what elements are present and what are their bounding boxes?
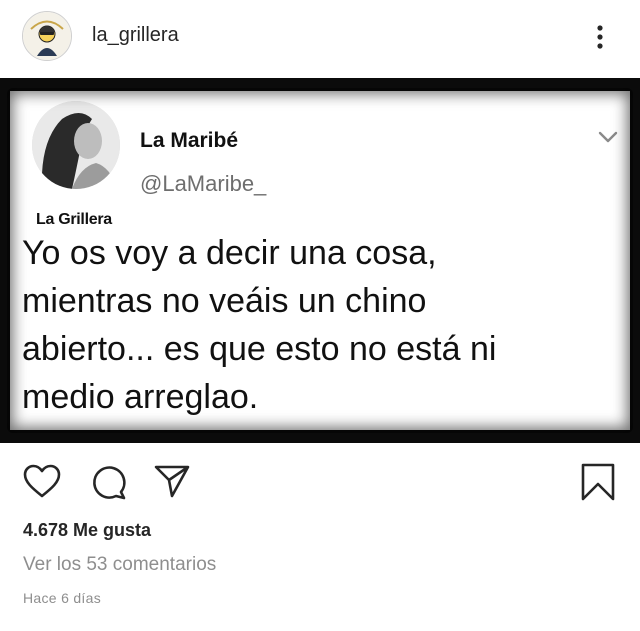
comment-icon[interactable]	[88, 462, 128, 502]
cartoon-avatar-icon	[23, 12, 71, 60]
chevron-down-icon	[598, 131, 618, 143]
paper-plane-icon[interactable]	[152, 462, 192, 502]
tweet-handle: @LaMaribe_	[140, 171, 267, 196]
tweet-card: La Grillera La Maribé @LaMaribe_ Yo os v…	[10, 91, 630, 430]
tweet-display-name: La Maribé	[140, 129, 239, 152]
woman-portrait-icon	[32, 101, 120, 189]
brand-watermark: La Grillera	[36, 211, 112, 228]
profile-avatar[interactable]	[22, 11, 72, 61]
tweet-text-line: medio arreglao.	[22, 378, 259, 416]
tweet-text-line: Yo os voy a decir una cosa,	[22, 234, 437, 272]
heart-icon[interactable]	[22, 462, 62, 502]
post-image[interactable]: La Grillera La Maribé @LaMaribe_ Yo os v…	[0, 78, 640, 443]
bookmark-icon[interactable]	[578, 462, 618, 502]
post-timestamp: Hace 6 días	[23, 590, 102, 606]
tweet-text-line: abierto... es que esto no está ni	[22, 330, 497, 368]
like-count[interactable]: 4.678 Me gusta	[23, 520, 151, 541]
tweet-text: Yo os voy a decir una cosa, mientras no …	[22, 229, 622, 421]
post-header: la_grillera	[0, 0, 640, 78]
tweet-profile-photo	[32, 101, 120, 189]
more-vertical-icon[interactable]	[588, 22, 612, 52]
action-bar	[0, 443, 640, 513]
tweet-text-line: mientras no veáis un chino	[22, 282, 427, 320]
header-username[interactable]: la_grillera	[92, 24, 179, 47]
view-comments-link[interactable]: Ver los 53 comentarios	[23, 554, 216, 576]
